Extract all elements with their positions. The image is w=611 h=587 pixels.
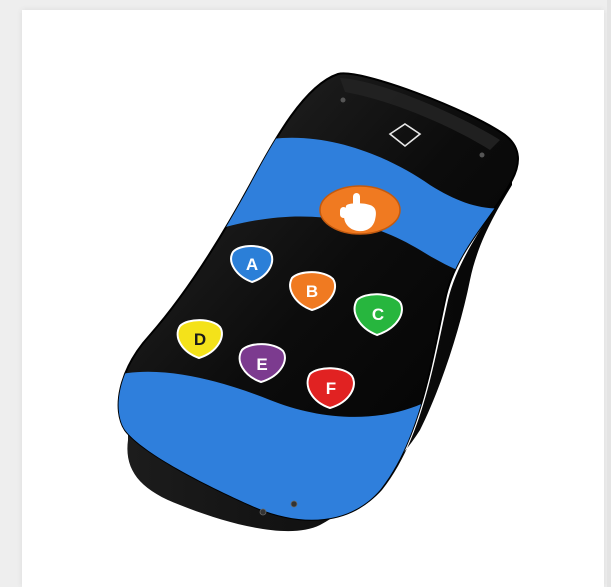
hand-button[interactable] (319, 185, 401, 235)
button-a-label: A (246, 255, 258, 274)
button-c-label: C (372, 305, 384, 324)
button-b-label: B (306, 282, 318, 301)
indicator-led-right (479, 152, 485, 158)
port-left (259, 508, 267, 516)
button-e-label: E (256, 355, 267, 374)
button-f-label: F (326, 379, 336, 398)
port-right (290, 500, 298, 508)
remote-control: A B C D E F (117, 72, 519, 532)
button-d-label: D (194, 330, 206, 349)
indicator-led-left (340, 97, 346, 103)
image-frame: A B C D E F (0, 0, 611, 587)
